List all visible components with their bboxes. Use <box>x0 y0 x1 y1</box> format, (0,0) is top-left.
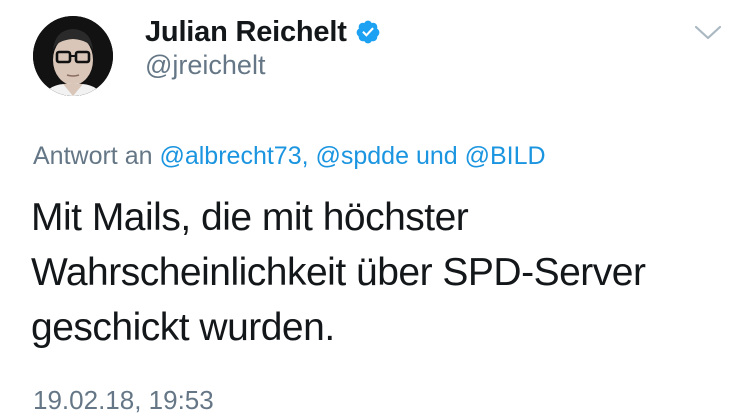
reply-joiner: und <box>415 142 458 170</box>
author-name-row: Julian Reichelt <box>145 14 381 50</box>
avatar[interactable] <box>33 16 113 96</box>
tweet-timestamp[interactable]: 19.02.18, 19:53 <box>33 385 214 416</box>
reply-mention-bild[interactable]: @BILD <box>465 142 546 170</box>
reply-context: Antwort an @albrecht73, @spdde und @BILD <box>33 142 546 171</box>
author-display-name[interactable]: Julian Reichelt <box>145 16 347 49</box>
reply-mention-spdde[interactable]: @spdde <box>316 142 410 170</box>
tweet-text: Mit Mails, die mit höchster Wahrscheinli… <box>31 190 721 355</box>
tweet-card: Julian Reichelt @jreichelt Antwort an @a… <box>0 0 750 420</box>
tweet-text-line: geschickt wurden. <box>31 306 335 349</box>
chevron-down-icon[interactable] <box>692 22 724 44</box>
tweet-text-line: Wahrscheinlichkeit über SPD-Server <box>31 251 646 294</box>
reply-mention-albrecht73[interactable]: @albrecht73, <box>159 142 308 170</box>
verified-badge-icon <box>355 19 381 45</box>
tweet-text-line: Mit Mails, die mit höchster <box>31 196 469 239</box>
reply-prefix: Antwort an <box>33 142 153 170</box>
author-handle[interactable]: @jreichelt <box>145 50 265 81</box>
